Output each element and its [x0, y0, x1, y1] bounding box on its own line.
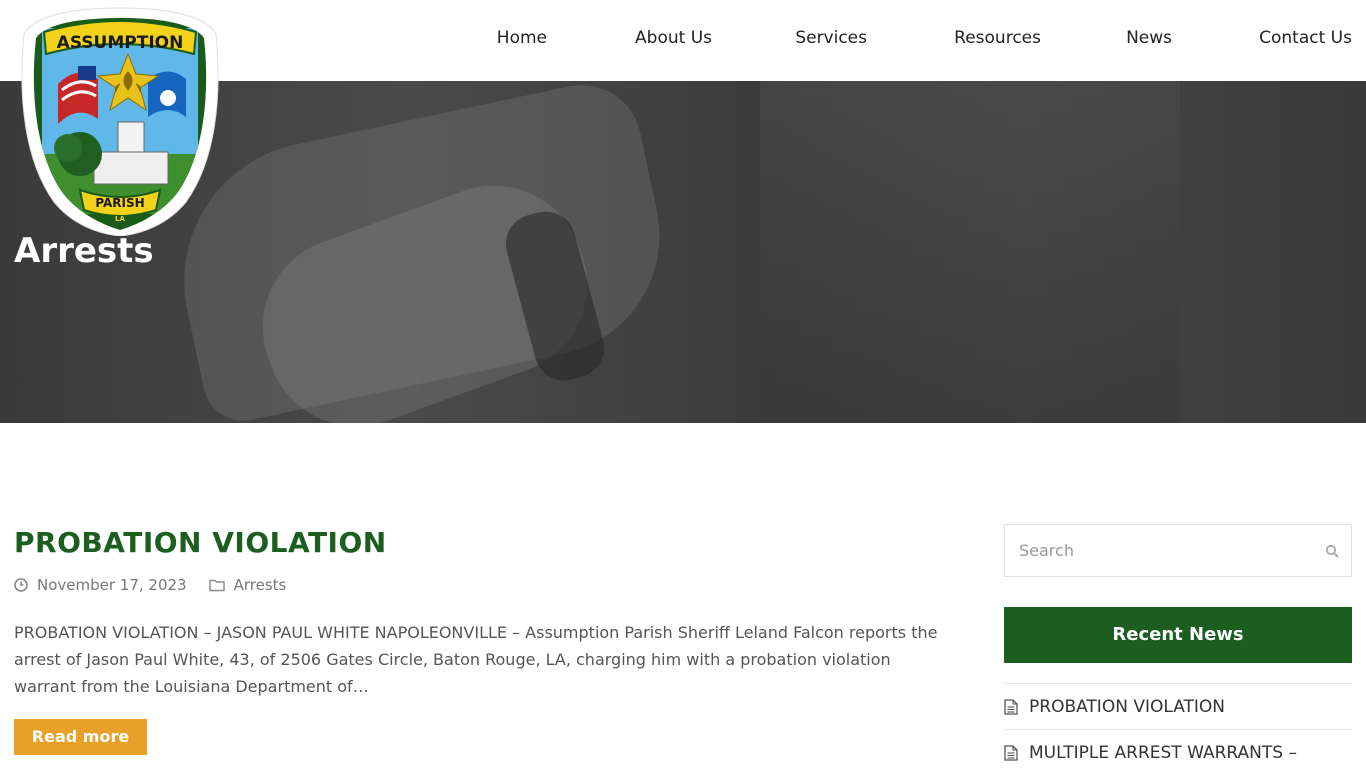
logo-top-text: ASSUMPTION: [57, 33, 184, 53]
search-icon[interactable]: [1325, 544, 1339, 558]
hero-background-uniform: [760, 81, 1180, 423]
recent-news-item[interactable]: MULTIPLE ARREST WARRANTS –: [1004, 729, 1352, 768]
folder-icon: [208, 579, 225, 592]
post-excerpt: PROBATION VIOLATION – JASON PAUL WHITE N…: [14, 623, 938, 696]
document-icon: [1004, 698, 1018, 715]
page-title: Arrests: [14, 231, 154, 271]
nav-resources[interactable]: Resources: [954, 28, 1041, 48]
nav-about-us[interactable]: About Us: [635, 28, 712, 48]
sheriff-badge-logo[interactable]: ASSUMPTION PARISH LA: [18, 4, 222, 236]
read-more-button[interactable]: Read more: [14, 719, 147, 755]
recent-news-item-label[interactable]: PROBATION VIOLATION: [1029, 697, 1225, 717]
logo-bottom-text: PARISH: [95, 196, 144, 210]
search-input[interactable]: [1019, 525, 1319, 576]
nav-news[interactable]: News: [1126, 28, 1172, 48]
post-category[interactable]: Arrests: [208, 576, 287, 594]
search-box: [1004, 524, 1352, 577]
nav-services[interactable]: Services: [795, 28, 867, 48]
logo-state-text: LA: [115, 215, 125, 223]
recent-news-item-label[interactable]: MULTIPLE ARREST WARRANTS –: [1029, 743, 1297, 763]
clock-icon: [14, 578, 28, 592]
recent-news-heading: Recent News: [1004, 607, 1352, 663]
nav-contact-us[interactable]: Contact Us: [1259, 28, 1352, 48]
post-date: November 17, 2023: [37, 576, 187, 594]
recent-news-item[interactable]: PROBATION VIOLATION: [1004, 683, 1352, 729]
post-category-label[interactable]: Arrests: [234, 576, 287, 594]
post-meta: November 17, 2023 Arrests: [14, 576, 286, 594]
document-icon: [1004, 744, 1018, 761]
nav-home[interactable]: Home: [497, 28, 547, 48]
recent-news-list: PROBATION VIOLATION MULTIPLE ARREST WARR…: [1004, 683, 1352, 768]
post-title[interactable]: PROBATION VIOLATION: [14, 526, 387, 559]
